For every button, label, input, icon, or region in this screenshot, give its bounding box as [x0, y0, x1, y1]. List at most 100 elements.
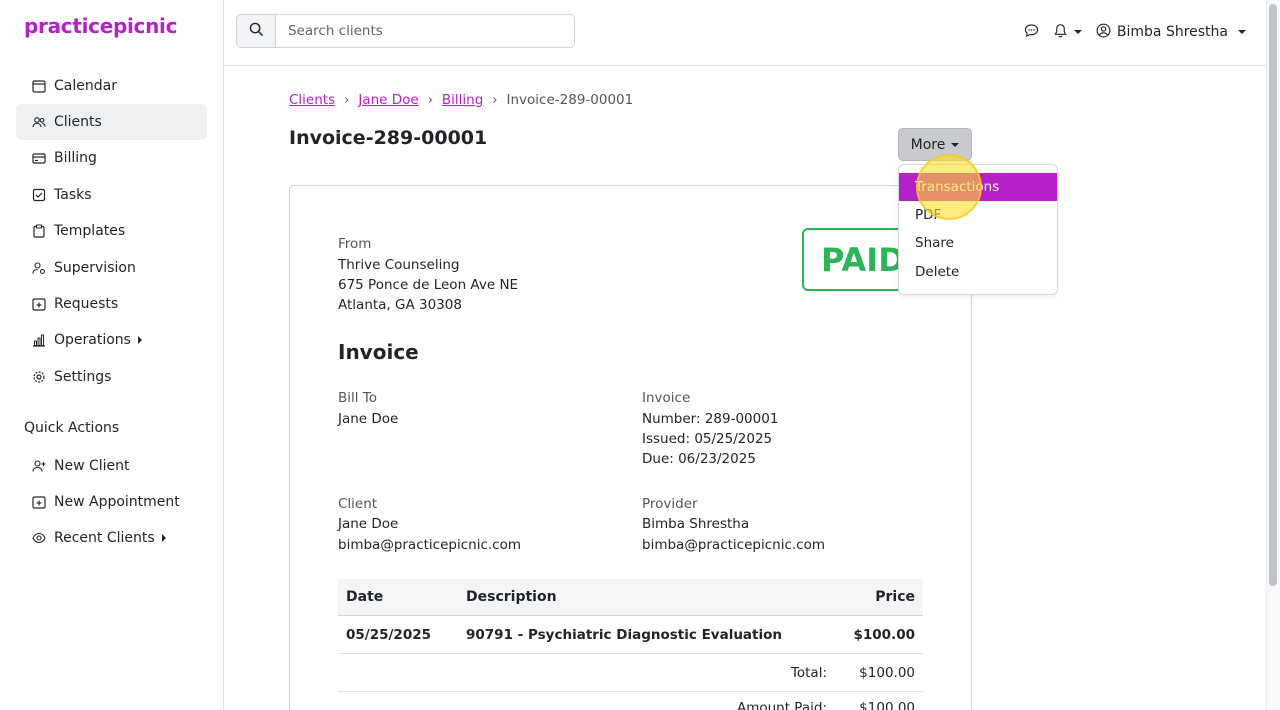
calendar-plus-icon — [32, 495, 46, 509]
breadcrumb-billing[interactable]: Billing — [442, 92, 483, 108]
quick-action-label: New Client — [54, 458, 130, 474]
user-avatar-icon — [1096, 23, 1111, 42]
sidebar: practicepicnic Calendar Clients Billing … — [0, 0, 224, 710]
client-name: Jane Doe — [338, 516, 399, 532]
breadcrumb-client[interactable]: Jane Doe — [358, 92, 418, 108]
provider-label: Provider — [642, 496, 698, 512]
invoice-number: Number: 289-00001 — [642, 411, 779, 427]
quick-action-label: New Appointment — [54, 494, 180, 510]
quick-action-label: Recent Clients — [54, 530, 155, 546]
bill-to-label: Bill To — [338, 390, 378, 406]
breadcrumb-clients[interactable]: Clients — [289, 92, 335, 108]
sidebar-item-label: Settings — [54, 369, 112, 385]
quick-action-new-appointment[interactable]: New Appointment — [16, 484, 207, 520]
caret-down-icon — [951, 142, 960, 147]
calendar-plus-icon — [32, 297, 46, 311]
scrollbar[interactable] — [1266, 0, 1280, 710]
gear-icon — [32, 370, 46, 384]
menu-item-delete[interactable]: Delete — [899, 258, 1057, 286]
notifications-button[interactable] — [1053, 23, 1082, 42]
table-row: 05/25/2025 90791 - Psychiatric Diagnosti… — [338, 616, 923, 654]
top-right-controls: Bimba Shrestha — [1024, 20, 1246, 44]
credit-card-icon — [32, 151, 46, 165]
scrollbar-thumb[interactable] — [1269, 4, 1277, 586]
invoice-heading: Invoice — [338, 340, 419, 364]
column-header-price: Price — [875, 589, 915, 605]
user-name: Bimba Shrestha — [1116, 24, 1228, 40]
sidebar-item-label: Templates — [54, 223, 126, 239]
search-input[interactable] — [276, 15, 574, 47]
bell-icon — [1053, 23, 1068, 42]
calendar-icon — [32, 79, 46, 93]
provider-email: bimba@practicepicnic.com — [642, 537, 825, 553]
amount-paid-label: Amount Paid: — [736, 700, 827, 710]
chevron-right-icon: › — [344, 92, 350, 108]
from-name: Thrive Counseling — [338, 257, 460, 273]
row-date: 05/25/2025 — [346, 627, 432, 643]
sidebar-item-label: Requests — [54, 296, 119, 312]
table-header: Date Description Price — [338, 579, 923, 616]
sidebar-item-label: Operations — [54, 332, 131, 348]
search-button[interactable] — [237, 15, 276, 47]
menu-item-pdf[interactable]: PDF — [899, 201, 1057, 229]
total-label: Total: — [790, 665, 827, 681]
chevron-right-icon: › — [492, 92, 498, 108]
caret-down-icon — [1073, 30, 1082, 34]
more-button-label: More — [910, 136, 946, 153]
caret-down-icon — [1238, 30, 1246, 34]
row-description: 90791 - Psychiatric Diagnostic Evaluatio… — [466, 627, 783, 643]
sidebar-item-label: Tasks — [54, 187, 92, 203]
quick-actions-heading: Quick Actions — [24, 420, 120, 436]
caret-right-icon — [137, 336, 142, 344]
quick-action-recent-clients[interactable]: Recent Clients — [16, 520, 207, 556]
search-icon — [249, 22, 264, 41]
caret-right-icon — [161, 534, 166, 542]
menu-item-transactions[interactable]: Transactions — [899, 173, 1057, 201]
sidebar-item-operations[interactable]: Operations — [16, 322, 207, 358]
amount-paid-row: Amount Paid: $100.00 — [338, 692, 923, 710]
search-box — [236, 14, 575, 48]
from-city: Atlanta, GA 30308 — [338, 297, 462, 313]
sidebar-item-label: Billing — [54, 150, 97, 166]
page-title: Invoice-289-00001 — [289, 127, 488, 149]
sidebar-item-label: Supervision — [54, 260, 136, 276]
provider-name: Bimba Shrestha — [642, 516, 750, 532]
breadcrumb-current: Invoice-289-00001 — [506, 92, 634, 108]
client-email: bimba@practicepicnic.com — [338, 537, 521, 553]
row-price: $100.00 — [853, 627, 916, 643]
invoice-due: Due: 06/23/2025 — [642, 451, 756, 467]
more-dropdown-menu: Transactions PDF Share Delete — [898, 164, 1058, 295]
column-header-date: Date — [346, 589, 384, 605]
sidebar-item-clients[interactable]: Clients — [16, 104, 207, 140]
sidebar-item-billing[interactable]: Billing — [16, 140, 207, 176]
invoice-label: Invoice — [642, 390, 691, 406]
menu-item-share[interactable]: Share — [899, 229, 1057, 257]
user-plus-icon — [32, 459, 46, 473]
eye-icon — [32, 531, 46, 545]
invoice-issued: Issued: 05/25/2025 — [642, 431, 773, 447]
total-value: $100.00 — [859, 665, 915, 681]
client-label: Client — [338, 496, 378, 512]
sidebar-item-calendar[interactable]: Calendar — [16, 68, 207, 104]
clipboard-icon — [32, 224, 46, 238]
more-button[interactable]: More — [898, 128, 972, 161]
amount-paid-value: $100.00 — [859, 700, 915, 710]
sidebar-item-templates[interactable]: Templates — [16, 213, 207, 249]
sidebar-item-tasks[interactable]: Tasks — [16, 177, 207, 213]
users-icon — [32, 115, 46, 129]
sidebar-item-settings[interactable]: Settings — [16, 359, 207, 395]
total-row: Total: $100.00 — [338, 654, 923, 692]
quick-action-new-client[interactable]: New Client — [16, 448, 207, 484]
chat-icon[interactable] — [1024, 23, 1039, 42]
brand-logo[interactable]: practicepicnic — [24, 14, 177, 38]
top-bar: Bimba Shrestha — [224, 0, 1266, 66]
from-address: 675 Ponce de Leon Ave NE — [338, 277, 519, 293]
bar-chart-icon — [32, 333, 46, 347]
from-label: From — [338, 236, 372, 252]
sidebar-item-requests[interactable]: Requests — [16, 286, 207, 322]
bill-to-name: Jane Doe — [338, 411, 399, 427]
sidebar-item-supervision[interactable]: Supervision — [16, 250, 207, 286]
user-menu[interactable]: Bimba Shrestha — [1096, 23, 1246, 42]
column-header-description: Description — [466, 589, 557, 605]
sidebar-item-label: Clients — [54, 114, 102, 130]
